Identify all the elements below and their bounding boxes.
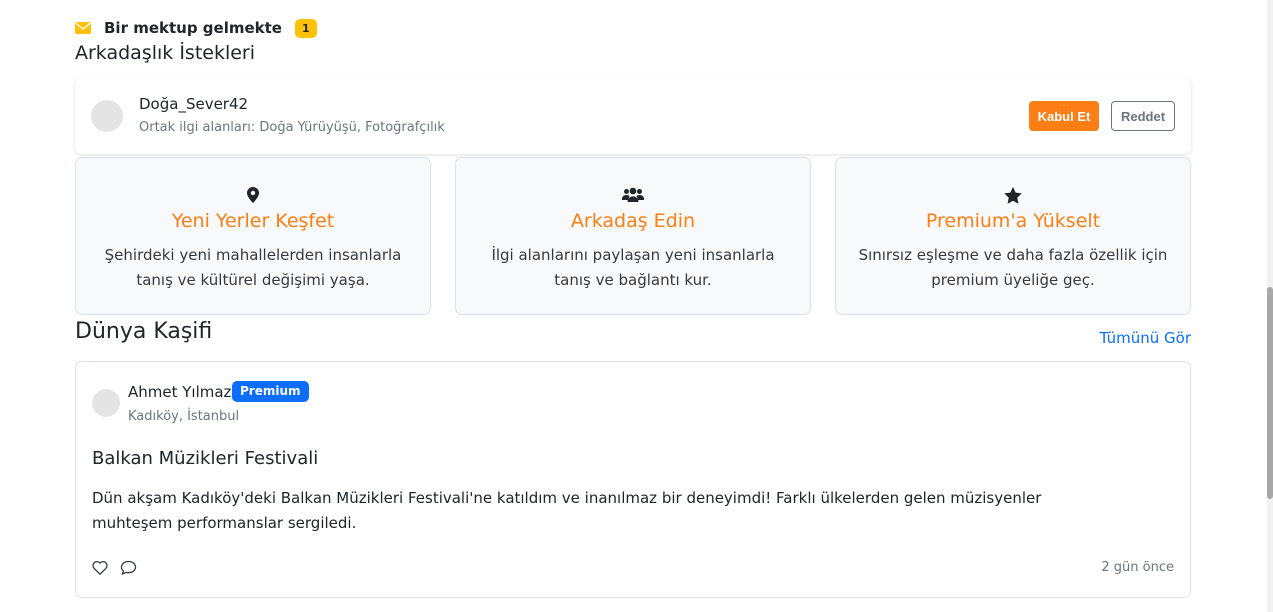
avatar [92,389,120,417]
reject-button[interactable]: Reddet [1111,101,1175,131]
post-title: Balkan Müzikleri Festivali [92,448,319,469]
explorer-title: Dünya Kaşifi [75,319,213,344]
envelope-icon [75,22,91,34]
letter-notification[interactable]: Bir mektup gelmekte 1 [75,18,317,38]
feature-description: Sınırsız eşleşme ve daha fazla özellik i… [858,246,1168,289]
feature-title: Yeni Yerler Keşfet [171,210,335,232]
feature-card-discover[interactable]: Yeni Yerler Keşfet Şehirdeki yeni mahall… [75,157,431,315]
notification-count-badge: 1 [294,18,317,38]
feature-card-premium[interactable]: Premium'a Yükselt Sınırsız eşleşme ve da… [835,157,1191,315]
request-common-interests: Ortak ilgi alanları: Doğa Yürüyüşü, Foto… [139,120,445,135]
friend-requests-title: Arkadaşlık İstekleri [75,42,256,64]
avatar [91,100,123,132]
friend-request-card: Doğa_Sever42 Ortak ilgi alanları: Doğa Y… [75,78,1191,154]
heart-icon[interactable] [92,560,108,576]
scrollbar-track[interactable] [1267,0,1273,612]
feature-title: Premium'a Yükselt [925,210,1101,232]
see-all-link[interactable]: Tümünü Gör [1100,329,1191,347]
comment-icon[interactable] [120,560,137,576]
post-author-name[interactable]: Ahmet Yılmaz [128,383,231,401]
feature-title: Arkadaş Edin [570,210,696,232]
post-timestamp: 2 gün önce [1101,560,1174,575]
map-marker-icon [247,187,259,203]
notification-text: Bir mektup gelmekte [104,19,282,37]
post-card: Ahmet Yılmaz Premium Kadıköy, İstanbul B… [75,361,1191,598]
star-icon [1004,187,1022,204]
feature-description: İlgi alanlarını paylaşan yeni insanlarla… [491,246,775,289]
scrollbar-thumb[interactable] [1267,287,1273,499]
feature-description: Şehirdeki yeni mahallelerden insanlarla … [104,246,402,289]
feature-card-friends[interactable]: Arkadaş Edin İlgi alanlarını paylaşan ye… [455,157,811,315]
request-user-name: Doğa_Sever42 [139,95,249,113]
accept-button[interactable]: Kabul Et [1029,101,1099,131]
premium-badge: Premium [232,381,309,402]
post-body: Dün akşam Kadıköy'deki Balkan Müzikleri … [92,489,1042,532]
post-location: Kadıköy, İstanbul [128,409,240,424]
users-icon [622,187,644,202]
